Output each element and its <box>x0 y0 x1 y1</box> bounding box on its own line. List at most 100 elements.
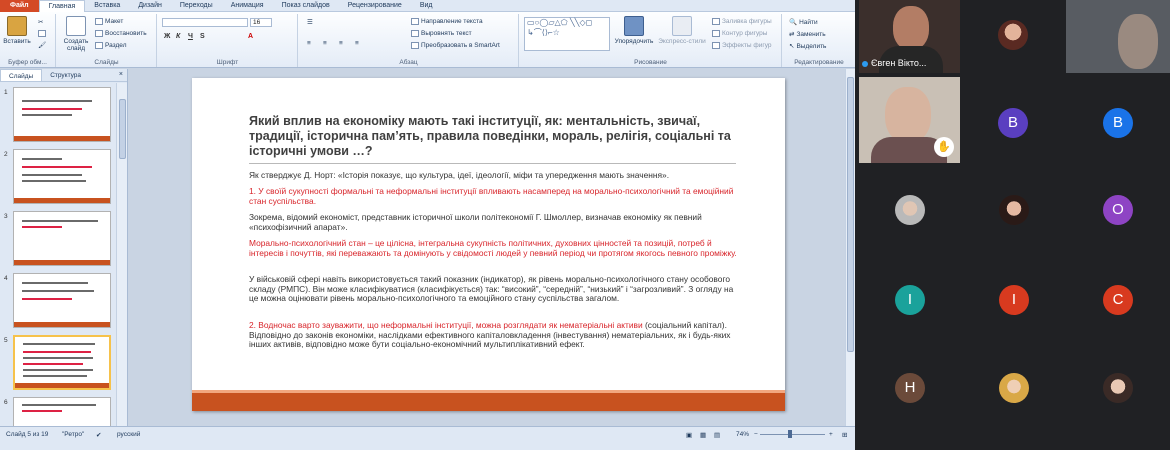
participant-tile-camera[interactable]: Євген Вікто... <box>859 0 960 73</box>
zoom-slider[interactable] <box>760 434 825 435</box>
smartart-button[interactable]: Преобразовать в SmartArt <box>411 42 500 49</box>
thumbnails-scrollbar[interactable] <box>116 83 127 426</box>
language[interactable]: русский <box>117 431 140 438</box>
spellcheck-icon[interactable]: ✔ <box>96 431 101 439</box>
participant-tile[interactable]: I <box>963 257 1064 343</box>
shadow-button[interactable]: S <box>200 33 205 40</box>
shape-effects-button[interactable]: Эффекты фигур <box>712 42 772 49</box>
section-button[interactable]: Раздел <box>95 42 126 49</box>
close-panel-icon[interactable]: × <box>115 69 127 81</box>
new-slide-icon <box>66 16 86 36</box>
arrange-button[interactable]: Упорядочить <box>614 16 654 45</box>
slide-thumbnail[interactable] <box>13 87 111 142</box>
shape-outline-button[interactable]: Контур фигуры <box>712 30 767 37</box>
shape-fill-button[interactable]: Заливка фигуры <box>712 18 772 25</box>
normal-view-icon[interactable]: ▣ <box>686 431 692 439</box>
sorter-view-icon[interactable]: ▦ <box>700 431 706 439</box>
participant-tile[interactable] <box>963 347 1064 433</box>
tab-outline[interactable]: Структура <box>42 69 89 81</box>
replace-button[interactable]: ⇄ Заменить <box>789 30 826 39</box>
quick-styles-button[interactable]: Экспресс-стили <box>658 16 706 45</box>
tab-design[interactable]: Дизайн <box>129 0 171 12</box>
slide-paragraph-3[interactable]: Зокрема, відомий економіст, представник … <box>249 212 739 232</box>
create-slide-button[interactable]: Создать слайд <box>61 16 91 52</box>
slide-paragraph-4[interactable]: Морально-психологічний стан – це цілісна… <box>249 238 739 258</box>
tab-slideshow[interactable]: Показ слайдов <box>273 0 339 12</box>
underline-button[interactable]: Ч <box>188 33 193 40</box>
fit-slide-icon[interactable]: ⊞ <box>842 431 847 439</box>
slide-paragraph-5[interactable]: У військовій сфері навіть використовуєть… <box>249 274 739 304</box>
participant-tile-camera[interactable] <box>1066 0 1170 73</box>
thumbnail-row[interactable]: 2 <box>0 149 116 207</box>
participant-tile[interactable] <box>963 167 1064 253</box>
slide-scrollbar[interactable] <box>845 69 855 426</box>
align-center-button[interactable]: ≡ <box>323 40 327 47</box>
copy-button[interactable] <box>38 30 46 37</box>
tab-insert[interactable]: Вставка <box>85 0 129 12</box>
slide-title[interactable]: Який вплив на економіку мають такі інсти… <box>249 114 749 159</box>
tab-transitions[interactable]: Переходы <box>171 0 222 12</box>
justify-button[interactable]: ≡ <box>355 40 359 47</box>
participant-tile[interactable]: H <box>859 347 960 433</box>
scrollbar-thumb[interactable] <box>119 99 126 159</box>
scrollbar-thumb[interactable] <box>847 77 854 352</box>
slide-thumbnail-selected[interactable] <box>13 335 111 390</box>
bullets-button[interactable]: ☰ <box>307 18 313 26</box>
font-name-combo[interactable] <box>162 18 248 27</box>
slide-paragraph-6[interactable]: 2. Водночас варто зауважити, що неформал… <box>249 320 739 350</box>
reset-button[interactable]: Восстановить <box>95 30 147 37</box>
thumbnail-row[interactable]: 1 <box>0 87 116 145</box>
participant-tile[interactable]: C <box>1066 257 1170 343</box>
select-button[interactable]: ↖ Выделить <box>789 42 826 51</box>
thumbnail-row[interactable]: 6 <box>0 397 116 426</box>
participant-tile[interactable]: O <box>1066 167 1170 253</box>
participant-tile-camera[interactable]: ✋ <box>859 77 960 163</box>
reading-view-icon[interactable]: ▤ <box>714 431 720 439</box>
cut-button[interactable]: ✂ <box>38 18 43 26</box>
tab-home[interactable]: Главная <box>38 0 86 12</box>
tab-slides[interactable]: Слайды <box>0 69 43 81</box>
participant-tile[interactable]: B <box>1066 77 1170 163</box>
participant-tile[interactable] <box>963 0 1064 73</box>
thumbnail-row-selected[interactable]: 5 <box>0 335 116 393</box>
slide-number: 6 <box>4 399 8 406</box>
thumbnail-row[interactable]: 3 <box>0 211 116 269</box>
paste-button[interactable]: Вставить <box>2 16 32 45</box>
slide-paragraph-2[interactable]: 1. У своїй сукупності формальні та нефор… <box>249 186 739 206</box>
ribbon: Вставить ✂ 🖌 Буфер обм... Создать слайд … <box>0 12 855 68</box>
tab-file[interactable]: Файл <box>0 0 39 12</box>
participant-tile[interactable]: I <box>859 257 960 343</box>
participant-avatar: C <box>1103 285 1133 315</box>
slide-thumbnail[interactable] <box>13 397 111 426</box>
thumbnail-row[interactable]: 4 <box>0 273 116 331</box>
layout-button[interactable]: Макет <box>95 18 123 25</box>
align-text-button[interactable]: Выровнять текст <box>411 30 472 37</box>
layout-label: Макет <box>105 18 124 25</box>
slide-paragraph-1[interactable]: Як стверджує Д. Норт: «Історія показує, … <box>249 170 739 181</box>
text-direction-button[interactable]: Направление текста <box>411 18 483 25</box>
font-color-button[interactable]: A <box>248 33 253 40</box>
format-painter-button[interactable]: 🖌 <box>38 41 46 49</box>
slide-thumbnail[interactable] <box>13 211 111 266</box>
font-size-combo[interactable]: 16 <box>250 18 272 27</box>
italic-button[interactable]: К <box>176 33 180 40</box>
zoom-in-icon[interactable]: + <box>829 431 833 438</box>
slide-thumbnail[interactable] <box>13 273 111 328</box>
participant-tile[interactable] <box>859 167 960 253</box>
tab-animation[interactable]: Анимация <box>222 0 273 12</box>
shapes-gallery[interactable]: ▭○◯▱△⬠ ╲╲◇◻ ↳⌒⟨⟩⌐☆ <box>524 17 610 51</box>
participant-tile[interactable] <box>1066 347 1170 433</box>
find-button[interactable]: 🔍 Найти <box>789 18 818 27</box>
bold-button[interactable]: Ж <box>164 33 170 40</box>
current-slide[interactable]: Який вплив на економіку мають такі інсти… <box>192 78 785 411</box>
zoom-level[interactable]: 74% <box>736 431 749 438</box>
tab-view[interactable]: Вид <box>411 0 442 12</box>
slide-thumbnail[interactable] <box>13 149 111 204</box>
reset-label: Восстановить <box>105 30 147 37</box>
participant-tile[interactable]: B <box>963 77 1064 163</box>
zoom-out-icon[interactable]: − <box>754 431 758 438</box>
align-left-button[interactable]: ≡ <box>307 40 311 47</box>
tab-review[interactable]: Рецензирование <box>339 0 411 12</box>
align-right-button[interactable]: ≡ <box>339 40 343 47</box>
zoom-slider-knob[interactable] <box>788 430 792 438</box>
